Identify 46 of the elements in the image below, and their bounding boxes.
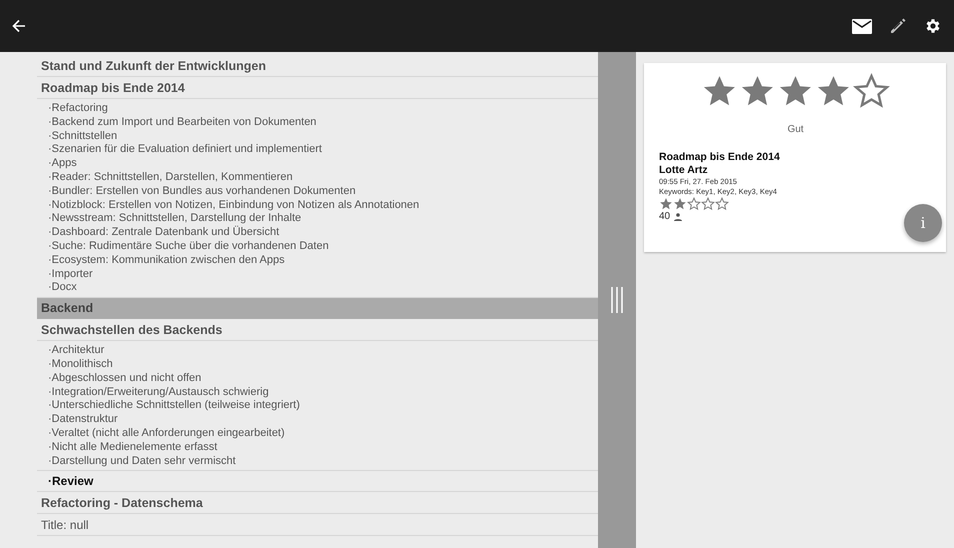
- drag-handle-icon[interactable]: [610, 287, 624, 313]
- envelope-icon[interactable]: [852, 18, 872, 34]
- bullet-item: ·Schnittstellen: [48, 130, 118, 144]
- bullet-item: ·Integration/Erweiterung/Austausch schwierig: [48, 386, 269, 400]
- bullet-item: ·Apps: [48, 157, 77, 171]
- bullet-item: ·Monolithisch: [48, 358, 113, 372]
- star-rating[interactable]: [659, 197, 729, 211]
- bullet-item: ·Docx: [48, 281, 77, 296]
- section-heading[interactable]: Backend: [37, 298, 598, 320]
- section-heading[interactable]: Schwachstellen des Backends: [37, 320, 598, 342]
- empty-star-icon: [715, 197, 729, 211]
- back-arrow-icon[interactable]: [12, 19, 26, 33]
- author-name: Lotte Artz: [659, 164, 708, 177]
- filled-star-icon: [659, 197, 673, 211]
- filled-star-icon: [673, 197, 687, 211]
- rating-label: Gut: [787, 124, 804, 135]
- bullet-item: ·Review: [37, 471, 598, 492]
- reader-count: 40: [659, 211, 670, 222]
- person-icon: [674, 212, 682, 220]
- bullet-item: ·Bundler: Erstellen von Bundles aus vorhandenen Dokumenten: [48, 184, 356, 199]
- bullet-item: ·Newsstream: Schnittstellen, Darstellung der Inhalte: [48, 212, 302, 226]
- document-title: Roadmap bis Ende 2014: [659, 151, 780, 164]
- bullet-item: ·Importer: [48, 268, 93, 282]
- bullet-item: ·Reader: Schnittstellen, Darstellen, Kommentieren: [48, 170, 293, 185]
- field-text: Title: null: [37, 515, 598, 536]
- bullet-item: ·Unterschiedliche Schnittstellen (teilweise integriert): [48, 399, 300, 414]
- bullet-item: ·Architektur: [48, 344, 104, 358]
- empty-star-icon: [701, 197, 715, 211]
- pencil-icon[interactable]: [890, 18, 906, 34]
- bullet-item: ·Veraltet (nicht alle Anforderungen eingearbeitet): [48, 426, 285, 441]
- section-heading[interactable]: Refactoring - Datenschema: [37, 493, 598, 514]
- bullet-item: ·Nicht alle Medienelemente erfasst: [48, 440, 218, 455]
- bullet-item: ·Suche: Rudimentäre Suche über die vorhandenen Daten: [48, 240, 329, 254]
- bullet-item: ·Dashboard: Zentrale Datenbank und Übersicht: [48, 226, 280, 240]
- bullet-item: ·Ecosystem: Kommunikation zwischen den Apps: [48, 254, 285, 268]
- bullet-item: ·Backend zum Import und Bearbeiten von Dokumenten: [48, 116, 316, 130]
- section-heading[interactable]: Stand und Zukunft der Entwicklungen: [37, 56, 598, 77]
- settings-icon[interactable]: [924, 17, 942, 35]
- bullet-item: ·Datenstruktur: [48, 413, 118, 427]
- bullet-item: ·Darstellung und Daten sehr vermischt: [48, 454, 236, 468]
- bullet-item: ·Notizblock: Erstellen von Notizen, Einbindung von Notizen als Annotationen: [48, 198, 420, 212]
- empty-star-icon: [852, 73, 890, 110]
- section-heading[interactable]: Roadmap bis Ende 2014: [37, 78, 598, 99]
- bullet-item: ·Abgeschlossen und nicht offen: [48, 372, 202, 386]
- bullet-item: ·Refactoring: [48, 102, 108, 116]
- bullet-item: ·Szenarien für die Evaluation definiert und implementiert: [48, 143, 322, 158]
